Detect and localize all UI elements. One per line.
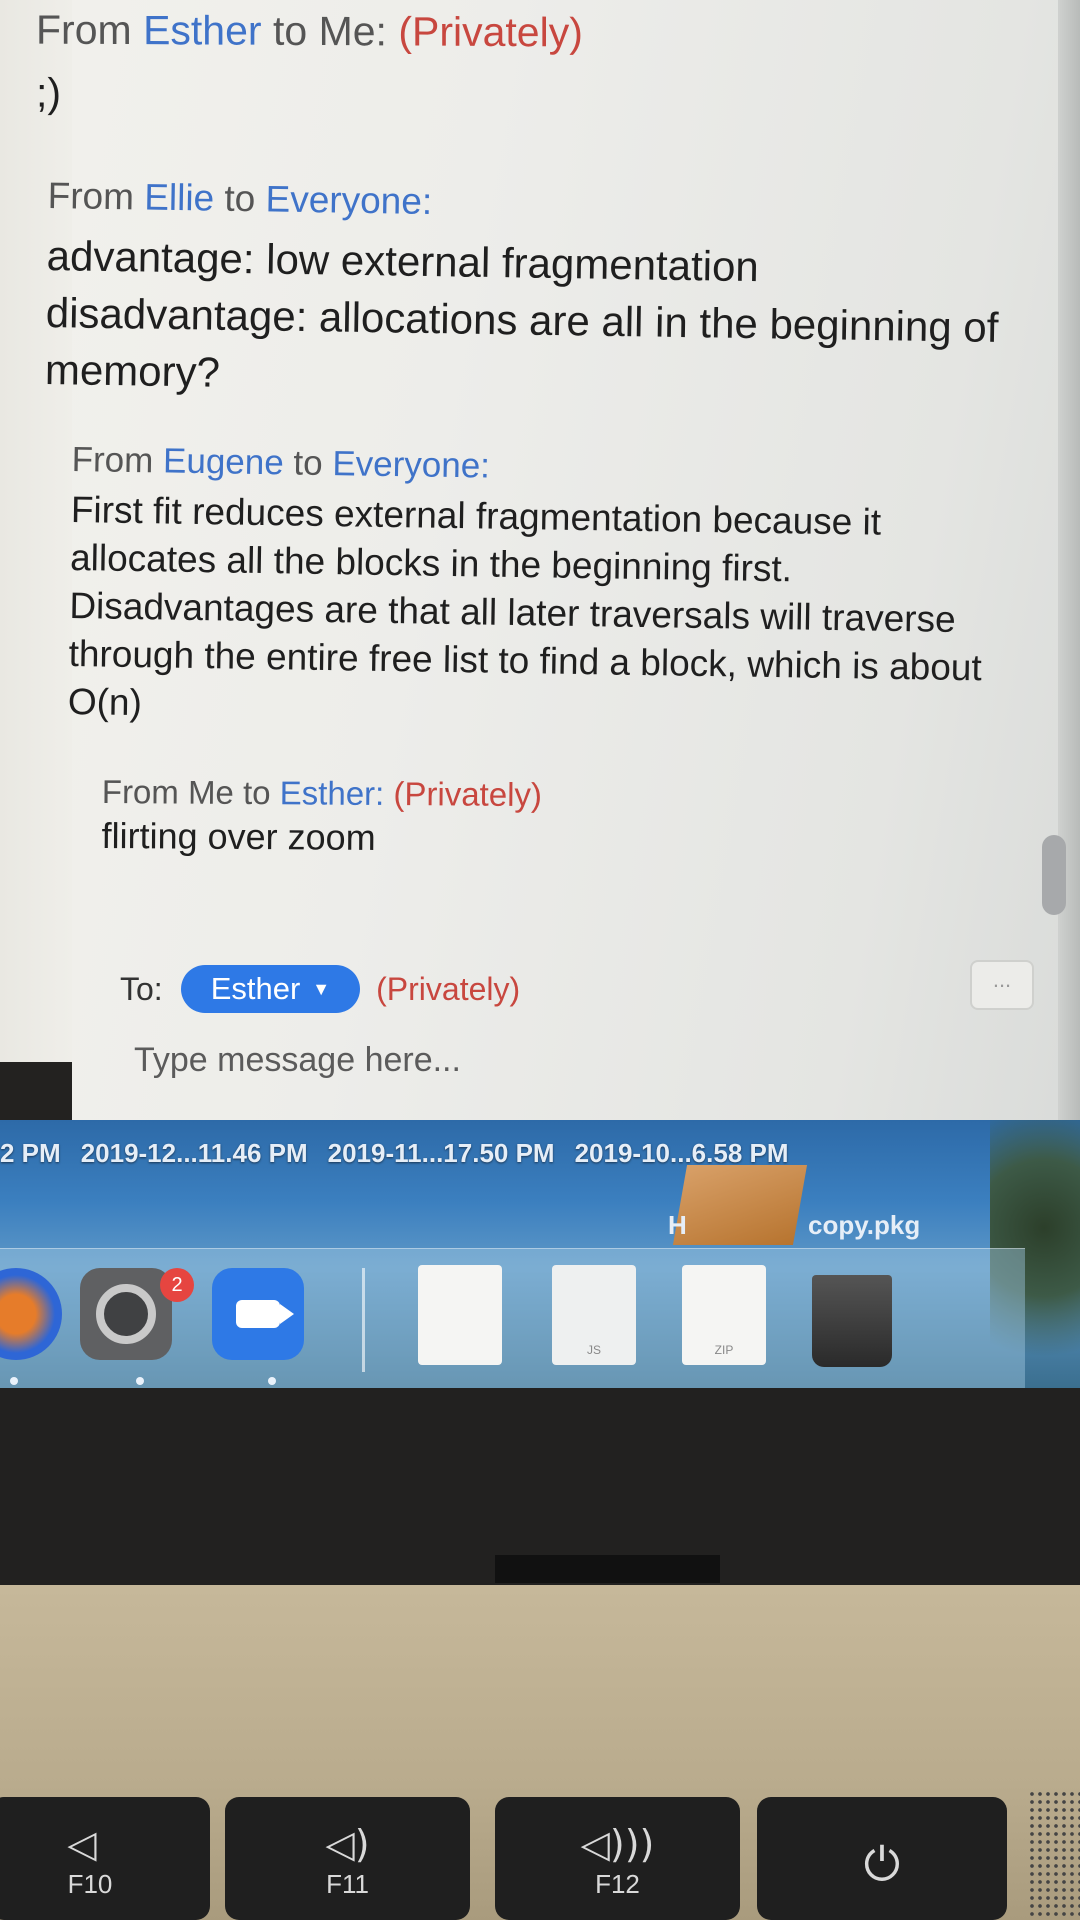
message-body: advantage: low external fragmentation di… <box>44 231 999 396</box>
chat-message: From Me to Esther: (Privately) flirting … <box>101 773 542 864</box>
message-body: First fit reduces external fragmentation… <box>67 488 983 724</box>
sender-name: Ellie <box>143 176 215 219</box>
zoom-chat-window: From Esther to Me: (Privately) ;) From E… <box>0 0 1080 1130</box>
recipient-name: Esther <box>210 971 301 1006</box>
laptop-hinge <box>495 1555 720 1583</box>
document-icon[interactable] <box>418 1265 502 1365</box>
recipient-name: Everyone: <box>332 444 491 486</box>
recipient-row: To: Esther ▼ (Privately) <box>120 965 520 1013</box>
desktop-file-labels: 2 PM 2019-12...11.46 PM 2019-11...17.50 … <box>0 1138 1080 1169</box>
chat-message: From Eugene to Everyone: First fit reduc… <box>68 440 1002 741</box>
private-tag: (Privately) <box>376 970 521 1007</box>
private-tag: (Privately) <box>398 8 583 56</box>
notification-badge: 2 <box>160 1268 194 1302</box>
f10-key[interactable]: ◁ F10 <box>0 1797 210 1920</box>
recipient-dropdown[interactable]: Esther ▼ <box>180 965 361 1013</box>
file-label[interactable]: 2019-12...11.46 PM <box>81 1138 308 1169</box>
volume-up-icon: ◁))) <box>580 1822 655 1866</box>
running-indicator <box>10 1377 18 1385</box>
speaker-grille <box>1028 1790 1080 1920</box>
zoom-app-icon[interactable] <box>212 1268 304 1360</box>
zip-file-icon[interactable]: ZIP <box>682 1265 766 1365</box>
sender-name: Esther <box>143 7 262 54</box>
volume-mute-icon: ◁ <box>67 1822 97 1866</box>
system-preferences-icon[interactable] <box>80 1268 172 1360</box>
dock-separator <box>362 1268 365 1372</box>
volume-down-icon: ◁) <box>325 1822 370 1866</box>
recipient-name: Everyone: <box>265 178 433 223</box>
message-header: From Eugene to Everyone: <box>71 440 491 486</box>
message-header: From Esther to Me: (Privately) <box>36 6 583 56</box>
window-left-edge <box>0 0 72 1070</box>
chat-scrollbar[interactable] <box>1042 835 1066 915</box>
running-indicator <box>136 1377 144 1385</box>
trash-icon[interactable] <box>812 1275 892 1367</box>
f11-key[interactable]: ◁) F11 <box>225 1797 470 1920</box>
running-indicator <box>268 1377 276 1385</box>
package-icon[interactable] <box>672 1165 808 1245</box>
to-label: To: <box>120 970 163 1007</box>
message-header: From Ellie to Everyone: <box>47 175 433 223</box>
f12-key[interactable]: ◁))) F12 <box>495 1797 740 1920</box>
power-key[interactable]: ⏻ <box>757 1797 1007 1920</box>
message-body: ;) <box>36 69 62 116</box>
chat-message: From Ellie to Everyone: advantage: low e… <box>44 175 1037 414</box>
chat-message: From Esther to Me: (Privately) ;) <box>36 7 583 121</box>
message-body: flirting over zoom <box>101 814 376 858</box>
private-tag: (Privately) <box>393 775 543 814</box>
more-options-button[interactable]: ... <box>970 960 1034 1010</box>
js-file-icon[interactable]: JS <box>552 1265 636 1365</box>
camera-icon <box>236 1300 294 1328</box>
recipient-name: Me: <box>318 8 387 55</box>
gear-icon <box>96 1284 156 1344</box>
recipient-name: Esther: <box>279 774 385 812</box>
file-label[interactable]: H <box>668 1210 687 1241</box>
window-right-edge <box>1058 0 1080 1130</box>
message-header: From Me to Esther: (Privately) <box>101 773 543 814</box>
power-icon: ⏻ <box>863 1837 901 1891</box>
message-input[interactable] <box>132 1040 936 1081</box>
file-label[interactable]: 2 PM <box>0 1138 61 1169</box>
caret-down-icon: ▼ <box>312 978 331 999</box>
file-label[interactable]: 2019-11...17.50 PM <box>328 1138 555 1169</box>
sender-name: Eugene <box>162 441 285 483</box>
file-label[interactable]: copy.pkg <box>808 1210 920 1241</box>
